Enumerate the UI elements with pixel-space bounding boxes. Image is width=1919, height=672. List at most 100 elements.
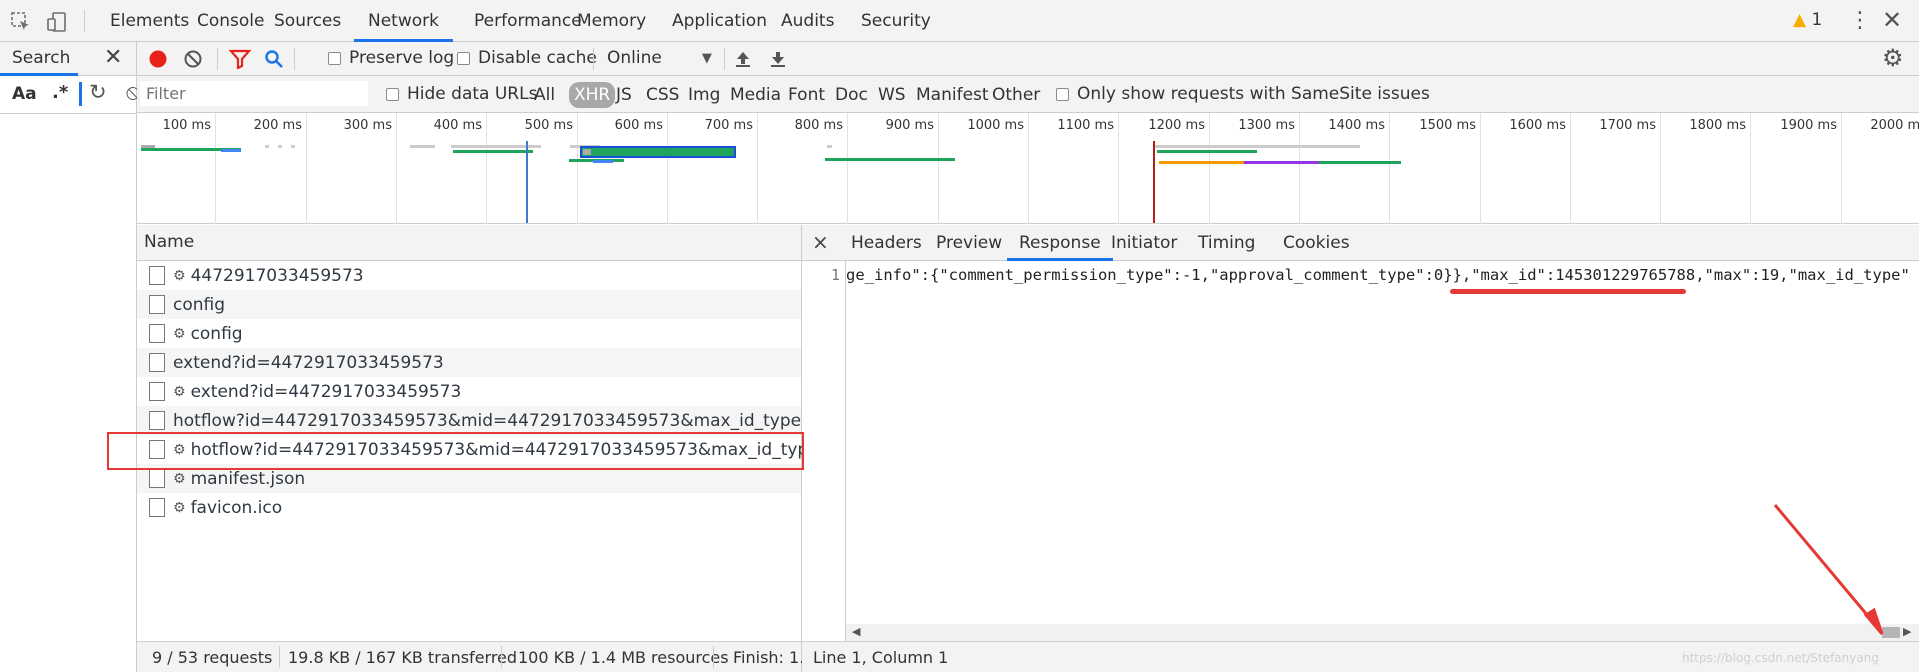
preserve-log-box[interactable] — [328, 51, 341, 65]
import-har-icon[interactable] — [732, 48, 754, 70]
timeline-bar — [583, 149, 591, 155]
timeline-gridline — [1118, 113, 1119, 224]
request-row[interactable]: ⚙ 4472917033459573 — [137, 261, 801, 290]
network-settings-gear-icon[interactable]: ⚙ — [1882, 44, 1904, 72]
filter-type-doc[interactable]: Doc — [835, 85, 868, 105]
export-har-icon[interactable] — [767, 48, 789, 70]
network-overview-timeline[interactable]: 100 ms 200 ms 300 ms 400 ms 500 ms 600 ms 700 … — [137, 113, 1919, 224]
search-options: Aa .* ↻ ⦸ — [0, 76, 140, 114]
response-text[interactable]: ge_info":{"comment_permission_type":-1,"… — [846, 266, 1913, 284]
scroll-right-arrow-icon[interactable]: ▶ — [1903, 625, 1911, 638]
file-icon — [149, 382, 165, 401]
detail-tab-preview[interactable]: Preview — [924, 225, 1014, 261]
timeline-tick-label: 100 ms — [162, 118, 211, 133]
timeline-bar — [291, 145, 295, 148]
tab-application[interactable]: Application — [658, 0, 781, 42]
tab-security[interactable]: Security — [847, 0, 945, 42]
throttling-select[interactable]: Online ▼ — [607, 48, 712, 68]
filter-type-media[interactable]: Media — [730, 85, 781, 105]
search-input-caret[interactable] — [79, 82, 82, 106]
close-search-icon[interactable]: ✕ — [104, 45, 122, 70]
filter-type-css[interactable]: CSS — [646, 85, 679, 105]
hide-data-urls-box[interactable] — [386, 87, 399, 101]
samesite-box[interactable] — [1056, 87, 1069, 101]
underline-annotation — [1450, 289, 1686, 294]
disable-cache-box[interactable] — [457, 51, 470, 65]
search-icon[interactable] — [263, 48, 285, 70]
disable-cache-checkbox[interactable]: Disable cache — [457, 48, 597, 68]
divider — [217, 48, 218, 70]
request-row[interactable]: ⚙ favicon.ico — [137, 493, 801, 522]
close-detail-icon[interactable]: × — [812, 230, 829, 254]
service-worker-gear-icon: ⚙ — [173, 470, 186, 487]
detail-tab-cookies[interactable]: Cookies — [1271, 225, 1362, 261]
response-viewer[interactable] — [802, 261, 1919, 641]
preserve-log-label: Preserve log — [349, 48, 455, 68]
regex-toggle[interactable]: .* — [52, 82, 68, 103]
request-name: extend?id=4472917033459573 — [190, 381, 462, 402]
request-name: favicon.ico — [190, 497, 283, 518]
filter-type-other[interactable]: Other — [992, 85, 1040, 105]
request-row[interactable]: hotflow?id=4472917033459573&mid=44729170… — [137, 406, 826, 435]
name-column-header[interactable]: Name — [144, 232, 194, 252]
refresh-search-icon[interactable]: ↻ — [89, 80, 107, 104]
hide-data-urls-checkbox[interactable]: Hide data URLs — [386, 84, 537, 104]
timeline-bar — [827, 145, 832, 148]
divider — [593, 48, 594, 70]
detail-tab-headers[interactable]: Headers — [839, 225, 934, 261]
finish-time: Finish: 1.( — [733, 648, 811, 667]
request-row[interactable]: config — [137, 290, 801, 319]
watermark: https://blog.csdn.net/Stefanyang — [1682, 651, 1879, 665]
match-case-toggle[interactable]: Aa — [12, 84, 37, 104]
filter-type-all[interactable]: All — [534, 85, 555, 105]
timeline-gridline — [938, 113, 939, 224]
filter-type-ws[interactable]: WS — [878, 85, 906, 105]
detail-tab-timing[interactable]: Timing — [1186, 225, 1267, 261]
timeline-bar — [825, 158, 955, 161]
request-row[interactable]: ⚙ extend?id=4472917033459573 — [137, 377, 801, 406]
timeline-tick-label: 500 ms — [524, 118, 573, 133]
preserve-log-checkbox[interactable]: Preserve log — [328, 48, 454, 68]
request-name: manifest.json — [190, 468, 306, 489]
arrow-annotation — [1773, 504, 1884, 635]
inspect-element-icon[interactable] — [8, 9, 34, 35]
detail-tab-response[interactable]: Response — [1007, 225, 1113, 261]
more-options-icon[interactable]: ⋮ — [1849, 8, 1871, 33]
close-devtools-icon[interactable]: ✕ — [1882, 6, 1902, 34]
detail-tab-initiator[interactable]: Initiator — [1099, 225, 1189, 261]
selected-timeline-bar[interactable] — [580, 146, 736, 158]
filter-input[interactable] — [140, 81, 368, 106]
scroll-left-arrow-icon[interactable]: ◀ — [852, 625, 860, 638]
horizontal-scrollbar[interactable]: ◀ ▶ — [846, 624, 1919, 641]
record-icon[interactable] — [147, 48, 169, 70]
clear-icon[interactable] — [182, 48, 204, 70]
network-toolbar: Preserve log Disable cache Online ▼ ⚙ — [137, 42, 1919, 76]
filter-type-js[interactable]: JS — [616, 85, 632, 105]
service-worker-gear-icon: ⚙ — [173, 383, 186, 400]
filter-type-xhr[interactable]: XHR — [569, 82, 616, 108]
timeline-tick-label: 900 ms — [885, 118, 934, 133]
request-row[interactable]: extend?id=4472917033459573 — [137, 348, 801, 377]
tab-memory[interactable]: Memory — [563, 0, 660, 42]
dropdown-arrow-icon: ▼ — [701, 50, 712, 66]
timeline-tick-label: 1400 ms — [1328, 118, 1385, 133]
filter-type-font[interactable]: Font — [788, 85, 825, 105]
filter-type-img[interactable]: Img — [688, 85, 720, 105]
request-row[interactable]: ⚙ config — [137, 319, 801, 348]
tab-network[interactable]: Network — [354, 0, 453, 42]
warning-counter[interactable]: ▲ 1 — [1793, 10, 1822, 30]
tab-sources[interactable]: Sources — [260, 0, 355, 42]
timeline-bar — [141, 145, 155, 148]
line-number: 1 — [830, 266, 840, 284]
tab-audits[interactable]: Audits — [767, 0, 848, 42]
device-toolbar-icon[interactable] — [44, 9, 70, 35]
timeline-gridline — [1389, 113, 1390, 224]
divider — [84, 10, 85, 32]
filter-icon[interactable] — [228, 48, 252, 70]
file-icon — [149, 411, 165, 430]
filter-type-manifest[interactable]: Manifest — [916, 85, 989, 105]
timeline-gridline — [1660, 113, 1661, 224]
divider — [501, 646, 502, 668]
samesite-checkbox[interactable]: Only show requests with SameSite issues — [1056, 84, 1430, 104]
timeline-bar — [410, 145, 435, 148]
